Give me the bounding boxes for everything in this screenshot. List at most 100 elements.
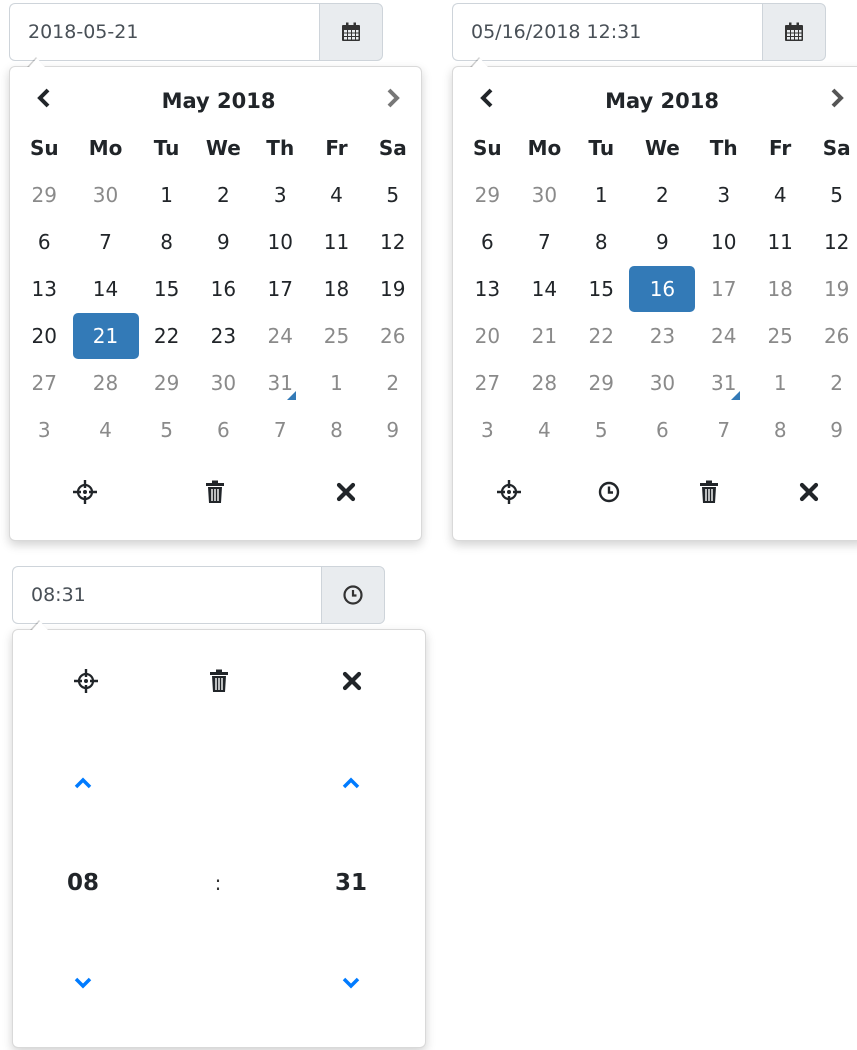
- calendar-day[interactable]: 17: [695, 265, 752, 312]
- calendar-day[interactable]: 18: [752, 265, 808, 312]
- calendar-day[interactable]: 31: [695, 359, 752, 406]
- date-input[interactable]: 2018-05-21: [9, 3, 319, 61]
- calendar-day[interactable]: 28: [73, 359, 139, 406]
- calendar-day[interactable]: 1: [139, 171, 195, 218]
- calendar-day[interactable]: 30: [516, 171, 573, 218]
- calendar-day[interactable]: 6: [629, 406, 695, 453]
- calendar-day[interactable]: 4: [73, 406, 139, 453]
- calendar-day[interactable]: 30: [73, 171, 139, 218]
- calendar-day[interactable]: 12: [808, 218, 857, 265]
- calendar-day[interactable]: 26: [365, 312, 421, 359]
- calendar-day[interactable]: 8: [573, 218, 629, 265]
- today-button[interactable]: [19, 656, 152, 706]
- clear-button[interactable]: [659, 467, 759, 517]
- calendar-day[interactable]: 6: [16, 218, 73, 265]
- next-month-button[interactable]: [365, 77, 421, 124]
- time-input[interactable]: 08:31: [12, 566, 321, 624]
- calendar-day[interactable]: 8: [308, 406, 364, 453]
- prev-month-button[interactable]: [459, 77, 516, 124]
- calendar-day[interactable]: 7: [516, 218, 573, 265]
- calendar-day[interactable]: 12: [365, 218, 421, 265]
- calendar-day[interactable]: 3: [459, 406, 516, 453]
- calendar-day[interactable]: 14: [73, 265, 139, 312]
- calendar-day[interactable]: 3: [16, 406, 73, 453]
- calendar-day[interactable]: 24: [695, 312, 752, 359]
- calendar-day[interactable]: 13: [459, 265, 516, 312]
- prev-month-button[interactable]: [16, 77, 73, 124]
- calendar-toggle-button[interactable]: [762, 3, 826, 61]
- hour-value[interactable]: 08: [33, 858, 133, 908]
- select-time-button[interactable]: [559, 467, 659, 517]
- calendar-day[interactable]: 4: [516, 406, 573, 453]
- calendar-day[interactable]: 18: [308, 265, 364, 312]
- calendar-day[interactable]: 1: [752, 359, 808, 406]
- month-title-button[interactable]: May 2018: [516, 77, 809, 124]
- calendar-day[interactable]: 15: [139, 265, 195, 312]
- calendar-day[interactable]: 5: [365, 171, 421, 218]
- calendar-toggle-button[interactable]: [319, 3, 383, 61]
- calendar-day[interactable]: 2: [365, 359, 421, 406]
- calendar-day[interactable]: 27: [459, 359, 516, 406]
- calendar-day[interactable]: 5: [573, 406, 629, 453]
- minute-value[interactable]: 31: [301, 858, 401, 908]
- calendar-day[interactable]: 10: [252, 218, 308, 265]
- clear-button[interactable]: [152, 656, 285, 706]
- increment-hours-button[interactable]: [33, 758, 133, 808]
- calendar-day[interactable]: 29: [573, 359, 629, 406]
- calendar-day[interactable]: 21: [516, 312, 573, 359]
- calendar-day[interactable]: 6: [459, 218, 516, 265]
- decrement-minutes-button[interactable]: [301, 958, 401, 1008]
- calendar-day[interactable]: 8: [752, 406, 808, 453]
- close-button[interactable]: [281, 467, 411, 517]
- calendar-day[interactable]: 11: [752, 218, 808, 265]
- calendar-day[interactable]: 5: [808, 171, 857, 218]
- calendar-day[interactable]: 2: [629, 171, 695, 218]
- calendar-day[interactable]: 30: [195, 359, 252, 406]
- calendar-day[interactable]: 9: [808, 406, 857, 453]
- calendar-day[interactable]: 23: [629, 312, 695, 359]
- today-button[interactable]: [459, 467, 559, 517]
- calendar-day[interactable]: 7: [695, 406, 752, 453]
- calendar-day[interactable]: 25: [752, 312, 808, 359]
- month-title-button[interactable]: May 2018: [73, 77, 365, 124]
- calendar-day[interactable]: 24: [252, 312, 308, 359]
- calendar-day[interactable]: 26: [808, 312, 857, 359]
- calendar-day[interactable]: 3: [695, 171, 752, 218]
- calendar-day[interactable]: 19: [808, 265, 857, 312]
- calendar-day[interactable]: 29: [16, 171, 73, 218]
- calendar-day[interactable]: 1: [308, 359, 364, 406]
- calendar-day[interactable]: 4: [308, 171, 364, 218]
- calendar-day[interactable]: 7: [252, 406, 308, 453]
- calendar-day[interactable]: 28: [516, 359, 573, 406]
- calendar-day[interactable]: 2: [195, 171, 252, 218]
- calendar-day[interactable]: 17: [252, 265, 308, 312]
- calendar-day[interactable]: 29: [139, 359, 195, 406]
- calendar-day[interactable]: 9: [629, 218, 695, 265]
- calendar-day[interactable]: 20: [16, 312, 73, 359]
- increment-minutes-button[interactable]: [301, 758, 401, 808]
- calendar-day[interactable]: 4: [752, 171, 808, 218]
- calendar-day[interactable]: 21: [72, 312, 139, 359]
- calendar-day[interactable]: 14: [516, 265, 573, 312]
- calendar-day[interactable]: 10: [695, 218, 752, 265]
- calendar-day[interactable]: 23: [195, 312, 252, 359]
- calendar-day[interactable]: 20: [459, 312, 516, 359]
- calendar-day[interactable]: 27: [16, 359, 73, 406]
- close-button[interactable]: [286, 656, 419, 706]
- calendar-day[interactable]: 5: [139, 406, 195, 453]
- calendar-day[interactable]: 25: [308, 312, 364, 359]
- datetime-input[interactable]: 05/16/2018 12:31: [452, 3, 762, 61]
- calendar-day[interactable]: 11: [308, 218, 364, 265]
- calendar-day[interactable]: 29: [459, 171, 516, 218]
- calendar-day[interactable]: 16: [195, 265, 252, 312]
- today-button[interactable]: [20, 467, 150, 517]
- calendar-day[interactable]: 22: [139, 312, 195, 359]
- calendar-day[interactable]: 9: [195, 218, 252, 265]
- calendar-day[interactable]: 15: [573, 265, 629, 312]
- calendar-day[interactable]: 19: [365, 265, 421, 312]
- calendar-day[interactable]: 6: [195, 406, 252, 453]
- calendar-day[interactable]: 13: [16, 265, 73, 312]
- calendar-day[interactable]: 3: [252, 171, 308, 218]
- close-button[interactable]: [759, 467, 857, 517]
- calendar-day[interactable]: 16: [629, 265, 696, 312]
